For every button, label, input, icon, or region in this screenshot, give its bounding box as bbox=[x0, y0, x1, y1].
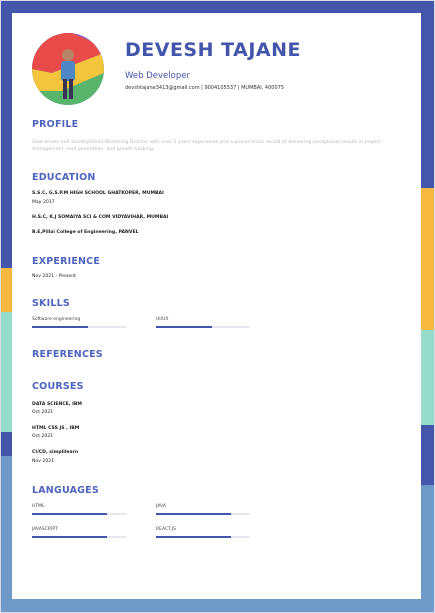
experience-date: Nov 2021 - Present bbox=[32, 274, 76, 279]
education-school: H.S.C, K.J SOMAIYA SCI & COM VIDYAVIHAR,… bbox=[32, 215, 169, 220]
decor-lightblue-bottom bbox=[0, 598, 435, 613]
education-date: May 2017 bbox=[32, 200, 55, 205]
profile-summary: Goal-driven and accomplished Marketing D… bbox=[32, 140, 381, 152]
course-name: DATA SCIENCE, IBM bbox=[32, 402, 82, 407]
course-name: HTML CSS JS , IBM bbox=[32, 426, 80, 431]
language-bar-fill bbox=[156, 513, 232, 515]
section-title-courses: COURSES bbox=[32, 381, 84, 392]
language-item: HTML bbox=[32, 504, 126, 515]
language-bar bbox=[32, 513, 126, 515]
candidate-name: DEVESH TAJANE bbox=[125, 39, 301, 61]
section-title-profile: PROFILE bbox=[32, 119, 79, 130]
education-school: B.E,Pillai College of Engineering, PANVE… bbox=[32, 230, 139, 235]
language-item: REACT.JS bbox=[156, 527, 250, 538]
skill-item: UI/UX bbox=[156, 317, 250, 328]
language-label: HTML bbox=[32, 504, 45, 509]
profile-photo bbox=[32, 33, 104, 105]
section-title-skills: SKILLS bbox=[32, 298, 70, 309]
language-bar bbox=[32, 536, 126, 538]
resume-page: DEVESH TAJANE Web Developer devshtajane3… bbox=[0, 0, 435, 613]
contact-info: devshtajane3413@gmail.com | 9004105537 |… bbox=[125, 85, 285, 91]
language-item: JAVASCRIPT bbox=[32, 527, 126, 538]
profile-photo-image bbox=[32, 33, 104, 105]
section-title-experience: EXPERIENCE bbox=[32, 256, 101, 267]
course-date: Oct 2021 bbox=[32, 434, 54, 439]
language-bar-fill bbox=[156, 536, 232, 538]
skill-label: UI/UX bbox=[156, 317, 169, 322]
skill-bar-fill bbox=[156, 326, 213, 328]
language-bar bbox=[156, 513, 250, 515]
language-bar-fill bbox=[32, 513, 108, 515]
course-date: Nov 2021 bbox=[32, 459, 55, 464]
section-title-education: EDUCATION bbox=[32, 172, 96, 183]
section-title-references: REFERENCES bbox=[32, 349, 103, 360]
language-bar-fill bbox=[32, 536, 108, 538]
resume-sheet: DEVESH TAJANE Web Developer devshtajane3… bbox=[12, 13, 421, 599]
language-label: REACT.JS bbox=[156, 527, 176, 532]
skill-bar bbox=[156, 326, 250, 328]
section-title-languages: LANGUAGES bbox=[32, 485, 99, 496]
skill-bar-fill bbox=[32, 326, 89, 328]
course-date: Oct 2021 bbox=[32, 410, 54, 415]
language-bar bbox=[156, 536, 250, 538]
language-label: JAVA bbox=[156, 504, 166, 509]
skill-bar bbox=[32, 326, 126, 328]
candidate-role: Web Developer bbox=[125, 71, 190, 81]
skill-item: Software engineering bbox=[32, 317, 126, 328]
skill-label: Software engineering bbox=[32, 317, 81, 322]
course-name: CI/CD, simplilearn bbox=[32, 450, 79, 455]
language-label: JAVASCRIPT bbox=[32, 527, 58, 532]
language-item: JAVA bbox=[156, 504, 250, 515]
education-school: S.S.C, G.S.P.M HIGH SCHOOL GHATKOPER, MU… bbox=[32, 191, 164, 196]
